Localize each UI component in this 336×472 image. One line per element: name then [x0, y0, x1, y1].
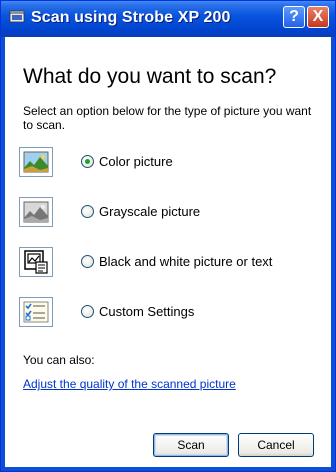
black-white-radio[interactable]	[81, 255, 94, 268]
option-custom-settings[interactable]: Custom Settings	[19, 297, 319, 327]
color-picture-icon[interactable]	[19, 147, 53, 177]
adjust-quality-link[interactable]: Adjust the quality of the scanned pictur…	[23, 377, 236, 391]
scanner-icon	[9, 10, 25, 23]
dialog-body: What do you want to scan? Select an opti…	[5, 37, 331, 467]
grayscale-picture-radio[interactable]	[81, 205, 94, 218]
scan-dialog-window: Scan using Strobe XP 200 ? X What do you…	[0, 0, 336, 472]
custom-settings-label[interactable]: Custom Settings	[99, 304, 194, 319]
custom-settings-radio[interactable]	[81, 305, 94, 318]
page-title: What do you want to scan?	[23, 65, 277, 88]
option-grayscale-picture[interactable]: Grayscale picture	[19, 197, 319, 227]
grayscale-picture-label[interactable]: Grayscale picture	[99, 204, 200, 219]
window-title: Scan using Strobe XP 200	[31, 9, 231, 26]
grayscale-picture-icon[interactable]	[19, 197, 53, 227]
cancel-button[interactable]: Cancel	[238, 433, 314, 457]
custom-settings-icon[interactable]	[19, 297, 53, 327]
black-white-picture-icon[interactable]	[19, 247, 53, 277]
black-white-label[interactable]: Black and white picture or text	[99, 254, 272, 269]
help-button[interactable]: ?	[283, 6, 305, 28]
also-label: You can also:	[23, 353, 95, 367]
color-picture-label[interactable]: Color picture	[99, 154, 173, 169]
option-black-white[interactable]: Black and white picture or text	[19, 247, 319, 277]
instructions-text: Select an option below for the type of p…	[23, 104, 312, 132]
title-bar[interactable]: Scan using Strobe XP 200 ? X	[1, 1, 335, 37]
option-color-picture[interactable]: Color picture	[19, 147, 319, 177]
color-picture-radio[interactable]	[81, 155, 94, 168]
scan-button[interactable]: Scan	[153, 433, 229, 457]
close-button[interactable]: X	[307, 6, 329, 28]
